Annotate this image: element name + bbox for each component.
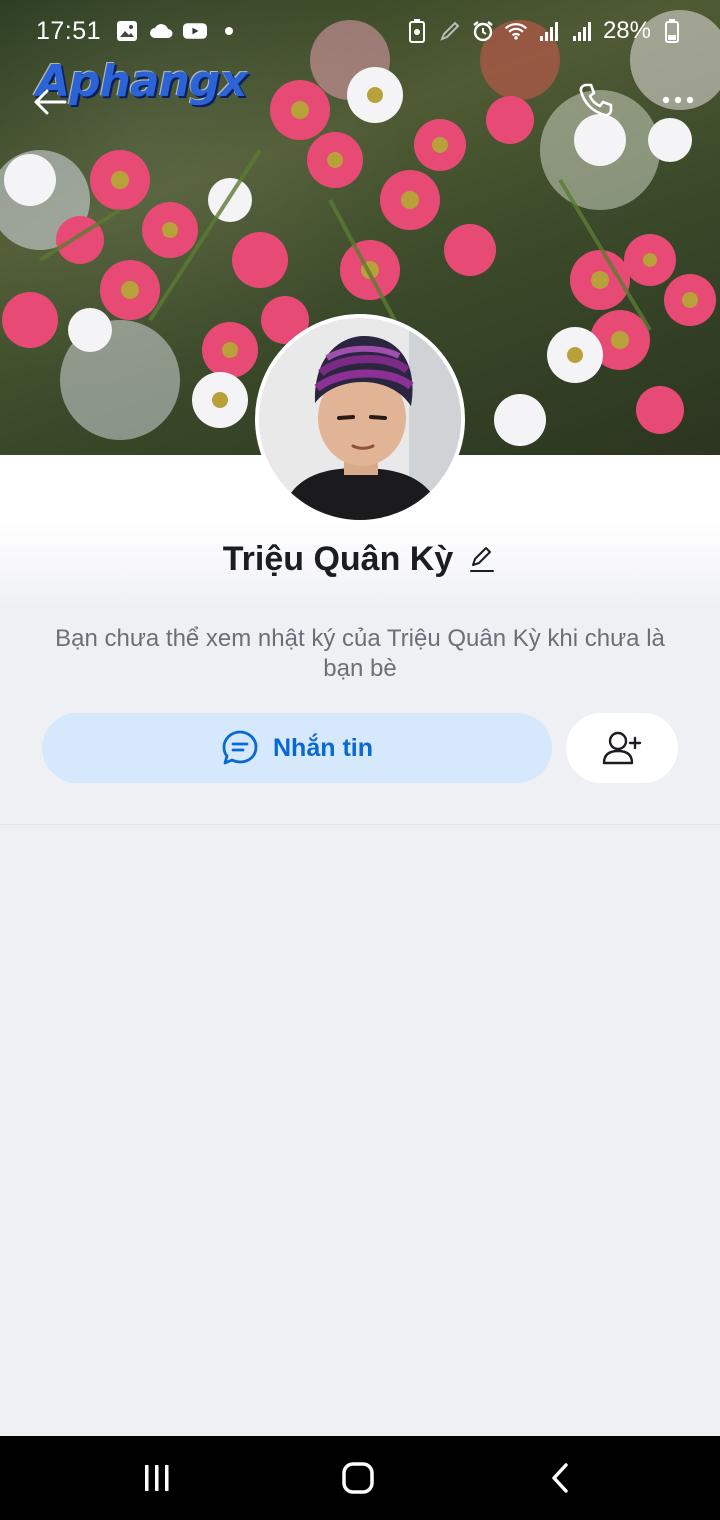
dot-icon [217, 19, 241, 43]
status-left-icons [115, 19, 241, 43]
add-user-icon [602, 731, 642, 765]
call-button[interactable] [574, 78, 618, 122]
privacy-notice: Bạn chưa thể xem nhật ký của Triệu Quân … [55, 625, 665, 682]
battery-percent: 28% [602, 17, 651, 44]
profile-name: Triệu Quân Kỳ [222, 539, 454, 578]
status-right-icons: 28% [405, 17, 684, 45]
add-friend-button[interactable] [566, 713, 678, 783]
gallery-icon [115, 19, 139, 43]
more-options-button[interactable] [656, 80, 700, 120]
pen-icon [438, 19, 462, 43]
arrow-left-icon [34, 89, 67, 115]
system-navigation-bar [0, 1436, 720, 1520]
status-time: 17:51 [36, 16, 102, 45]
avatar-photo [259, 318, 461, 520]
back-button[interactable] [30, 82, 70, 122]
phone-icon [579, 83, 613, 117]
home-button[interactable] [328, 1454, 388, 1502]
wifi-icon [504, 19, 528, 43]
alarm-icon [471, 19, 495, 43]
battery-saver-icon [405, 19, 429, 43]
avatar[interactable] [255, 314, 465, 524]
status-bar: 17:51 28% [0, 0, 720, 62]
message-button[interactable]: Nhắn tin [42, 713, 552, 783]
home-icon [342, 1462, 374, 1494]
system-back-button[interactable] [530, 1454, 590, 1502]
edit-name-button[interactable] [467, 544, 497, 574]
battery-icon [660, 19, 684, 43]
message-button-label: Nhắn tin [273, 733, 373, 762]
more-horizontal-icon [662, 96, 694, 104]
signal-icon [537, 19, 561, 43]
chat-bubble-icon [222, 730, 258, 765]
cloud-icon [149, 19, 173, 43]
recent-apps-icon [145, 1465, 169, 1491]
pencil-icon [470, 547, 495, 572]
recent-apps-button[interactable] [127, 1454, 187, 1502]
youtube-icon [183, 19, 208, 43]
chevron-left-icon [552, 1463, 568, 1493]
signal-icon [570, 19, 594, 43]
profile-name-row: Triệu Quân Kỳ [0, 536, 720, 582]
